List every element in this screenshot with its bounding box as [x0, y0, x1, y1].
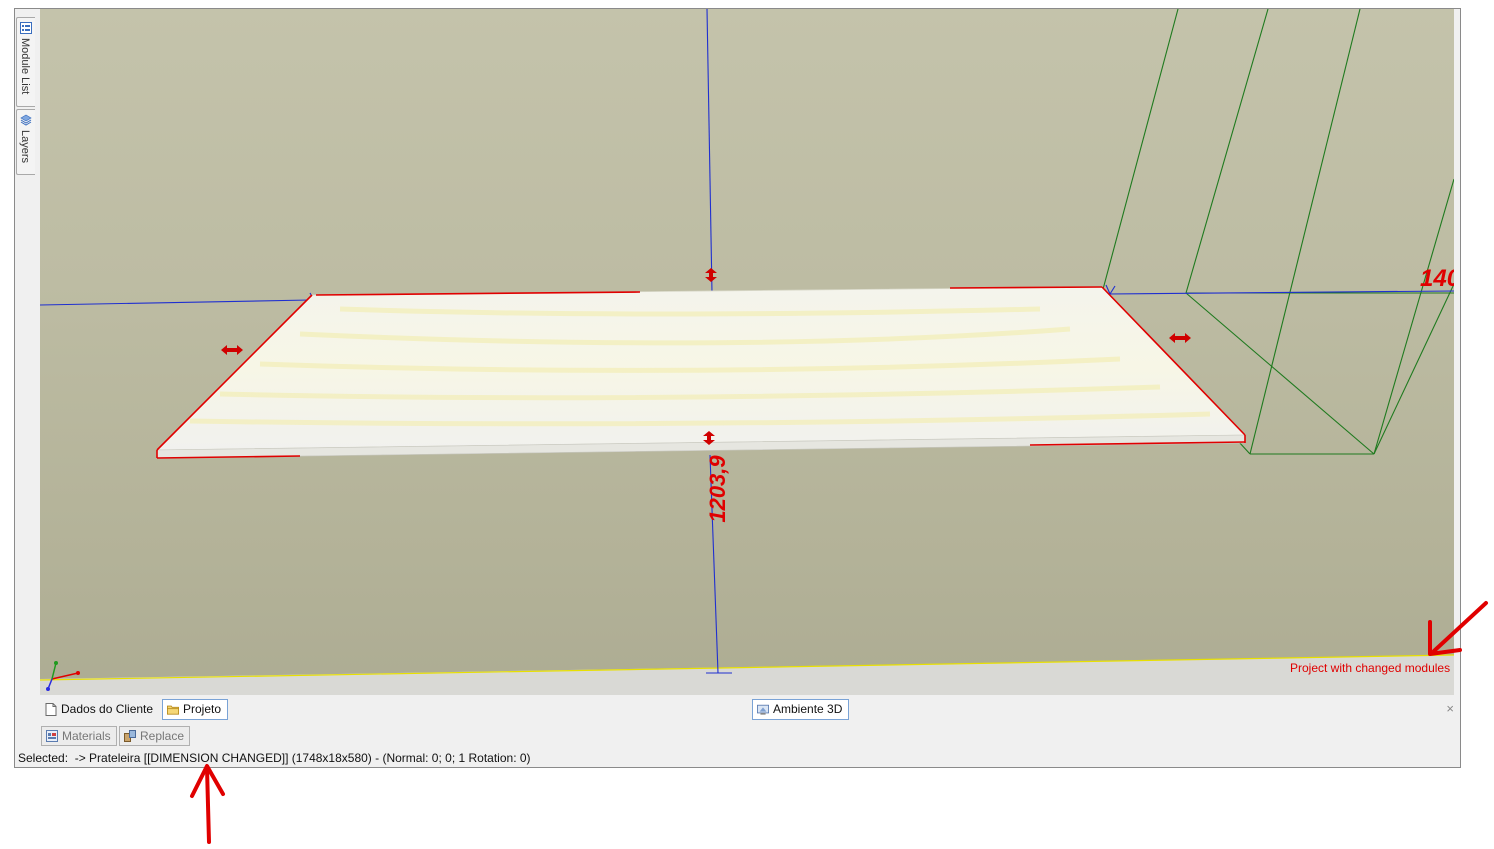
floor-plane	[40, 655, 1454, 695]
changed-modules-warning: Project with changed modules	[1290, 661, 1451, 675]
status-bar-text: Selected: -> Prateleira [[DIMENSION CHAN…	[18, 751, 531, 765]
3d-viewport[interactable]: 1203,9 140 Project with changed modules	[40, 9, 1454, 695]
tab-replace[interactable]: Replace	[119, 726, 191, 746]
tab-label: Replace	[140, 729, 185, 743]
3d-view-icon	[757, 704, 769, 715]
tab-ambiente-3d[interactable]: Ambiente 3D	[752, 699, 850, 720]
layers-icon	[20, 114, 32, 126]
replace-icon	[124, 730, 136, 742]
axis-gizmo-icon	[46, 661, 80, 691]
folder-icon	[167, 705, 179, 715]
close-icon[interactable]: ×	[1446, 701, 1454, 716]
list-icon	[20, 22, 32, 34]
annotation-arrow-up-icon	[190, 764, 225, 844]
resize-handle-left[interactable]	[220, 344, 244, 356]
resize-handle-bottom[interactable]	[702, 430, 716, 446]
tab-materials[interactable]: Materials	[41, 726, 117, 746]
side-tab-module-list[interactable]: Module List	[16, 17, 35, 107]
dimension-label-vertical: 1203,9	[705, 455, 730, 523]
tab-label: Projeto	[183, 702, 222, 716]
document-tab-bar: Dados do Cliente Projeto Ambiente 3D ×	[40, 699, 1460, 721]
dimension-label-right: 140	[1420, 265, 1454, 292]
dimension-label-clip: 140	[1420, 265, 1454, 297]
materials-icon	[46, 730, 58, 742]
tab-label: Materials	[62, 729, 111, 743]
tab-label: Ambiente 3D	[773, 702, 843, 716]
side-tab-label: Module List	[19, 38, 31, 95]
side-tab-label: Layers	[19, 130, 31, 164]
tab-projeto[interactable]: Projeto	[162, 699, 229, 720]
resize-handle-right[interactable]	[1168, 332, 1192, 344]
tab-label: Dados do Cliente	[61, 702, 154, 716]
resize-handle-top[interactable]	[704, 267, 718, 283]
tab-dados-do-cliente[interactable]: Dados do Cliente	[40, 699, 160, 720]
application-window: Module List Layers 1203,9 14 Project wit…	[14, 8, 1461, 768]
side-tab-layers[interactable]: Layers	[16, 109, 35, 175]
document-icon	[45, 703, 57, 716]
